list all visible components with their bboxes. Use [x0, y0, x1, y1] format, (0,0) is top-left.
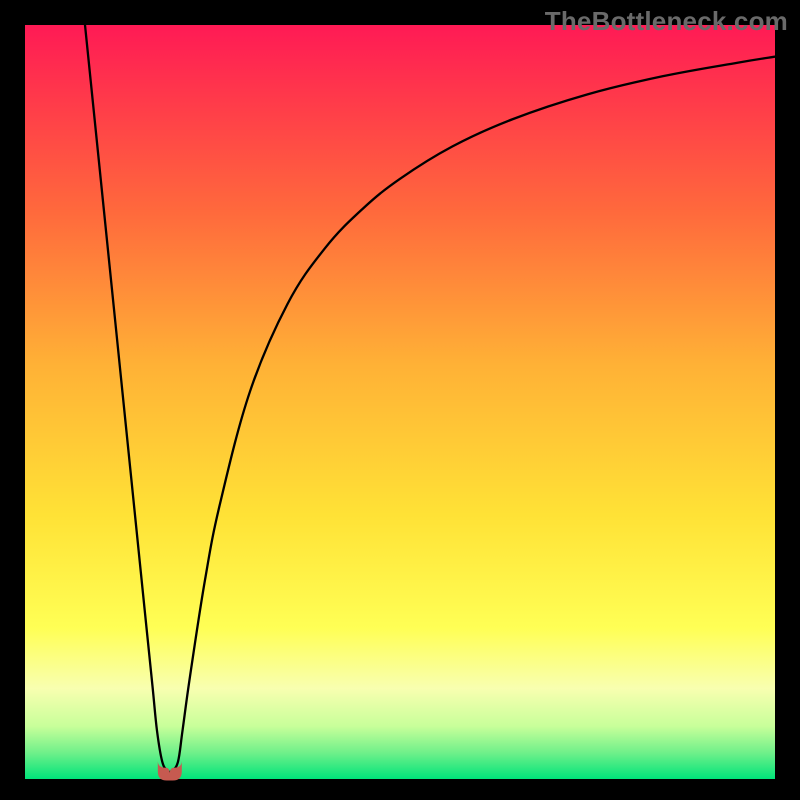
gradient-background: [25, 25, 775, 779]
bottleneck-chart: [0, 0, 800, 800]
app-frame: TheBottleneck.com: [0, 0, 800, 800]
watermark-text: TheBottleneck.com: [545, 6, 788, 37]
